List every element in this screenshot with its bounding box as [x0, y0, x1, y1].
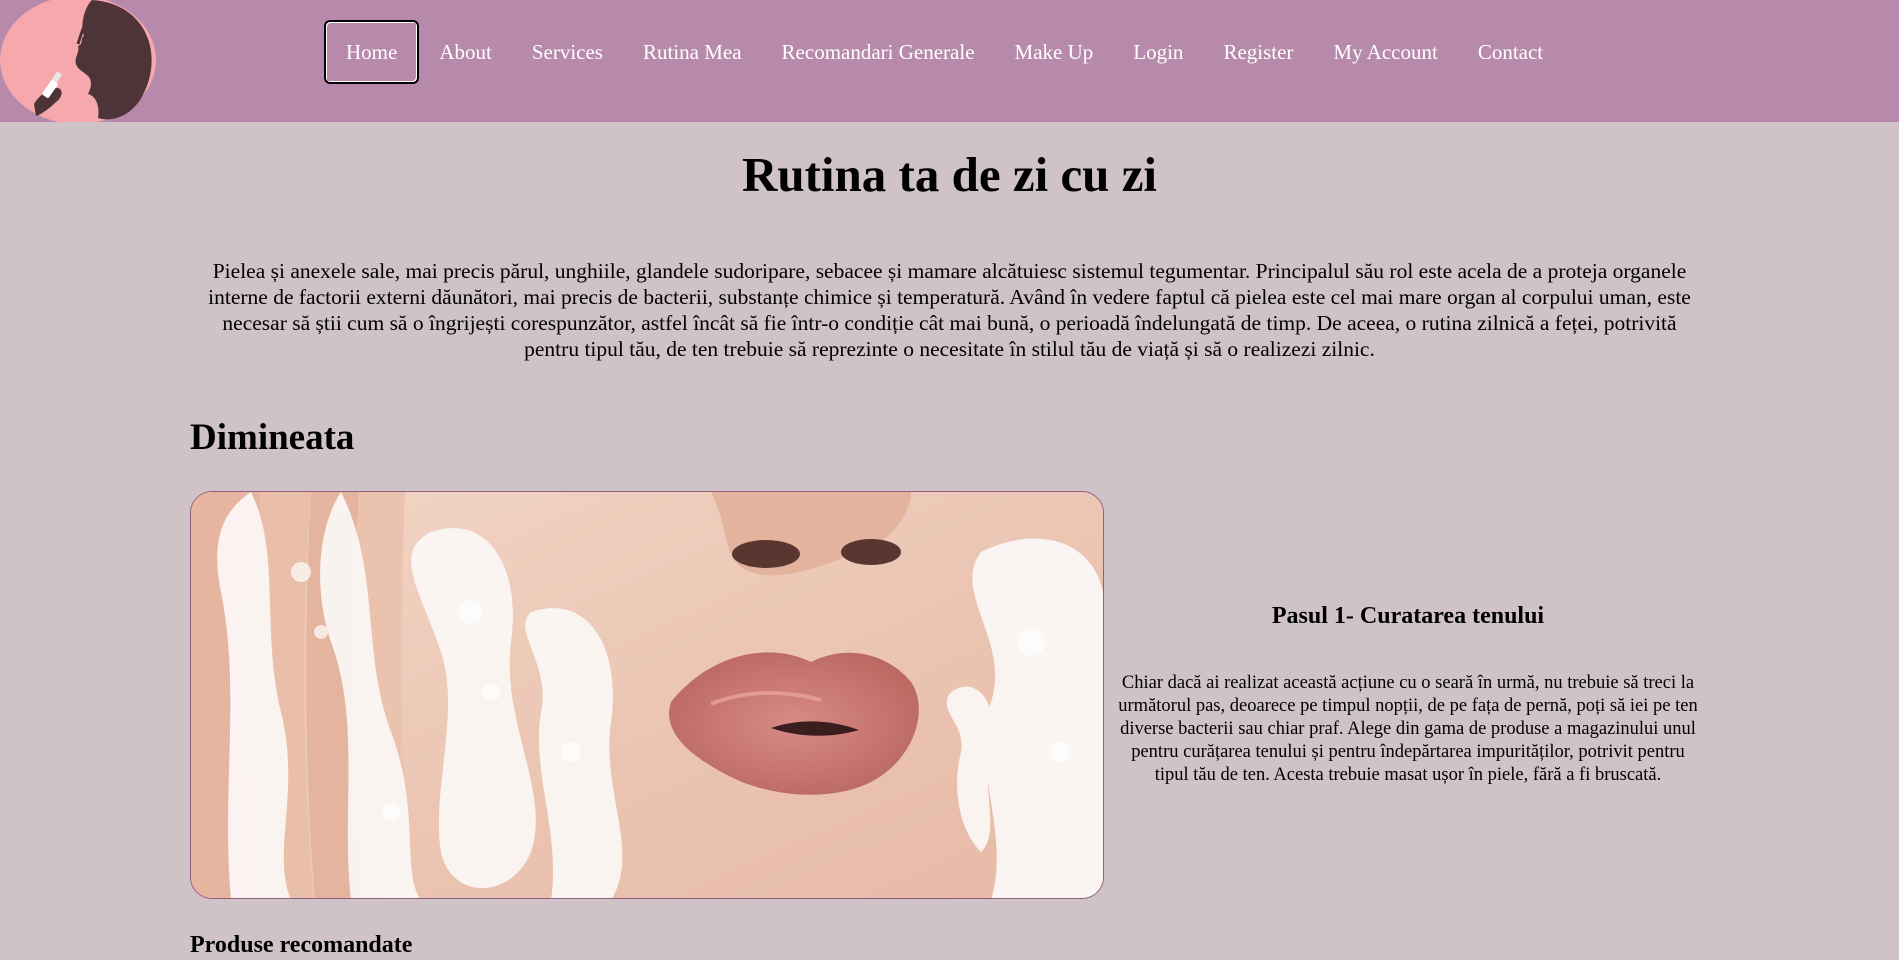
step-1-title: Pasul 1- Curatarea tenului	[1271, 603, 1545, 629]
nav-make-up[interactable]: Make Up	[995, 20, 1114, 84]
nav-home[interactable]: Home	[324, 20, 420, 84]
main-nav: Home About Services Rutina Mea Recomanda…	[324, 20, 1563, 84]
nav-recomandari-generale[interactable]: Recomandari Generale	[762, 20, 995, 84]
nav-my-account[interactable]: My Account	[1313, 20, 1457, 84]
step-1-description: Chiar dacă ai realizat această acțiune c…	[1118, 673, 1698, 785]
nav-register[interactable]: Register	[1203, 20, 1313, 84]
nav-about[interactable]: About	[419, 20, 512, 84]
nav-rutina-mea[interactable]: Rutina Mea	[623, 20, 762, 84]
nav-login[interactable]: Login	[1113, 20, 1203, 84]
intro-paragraph: Pielea și anexele sale, mai precis părul…	[208, 259, 1691, 361]
page-title: Rutina ta de zi cu zi	[741, 147, 1158, 202]
section-heading-dimineata: Dimineata	[190, 417, 355, 458]
nav-contact[interactable]: Contact	[1458, 20, 1563, 84]
navbar: Home About Services Rutina Mea Recomanda…	[0, 0, 1899, 124]
step-1-card: Pasul 1- Curatarea tenului Chiar dacă ai…	[1118, 596, 1698, 787]
recommended-products-heading: Produse recomandate	[190, 932, 413, 958]
site-logo[interactable]	[0, 0, 160, 124]
nav-services[interactable]: Services	[512, 20, 623, 84]
face-cleansing-photo	[190, 491, 1104, 899]
